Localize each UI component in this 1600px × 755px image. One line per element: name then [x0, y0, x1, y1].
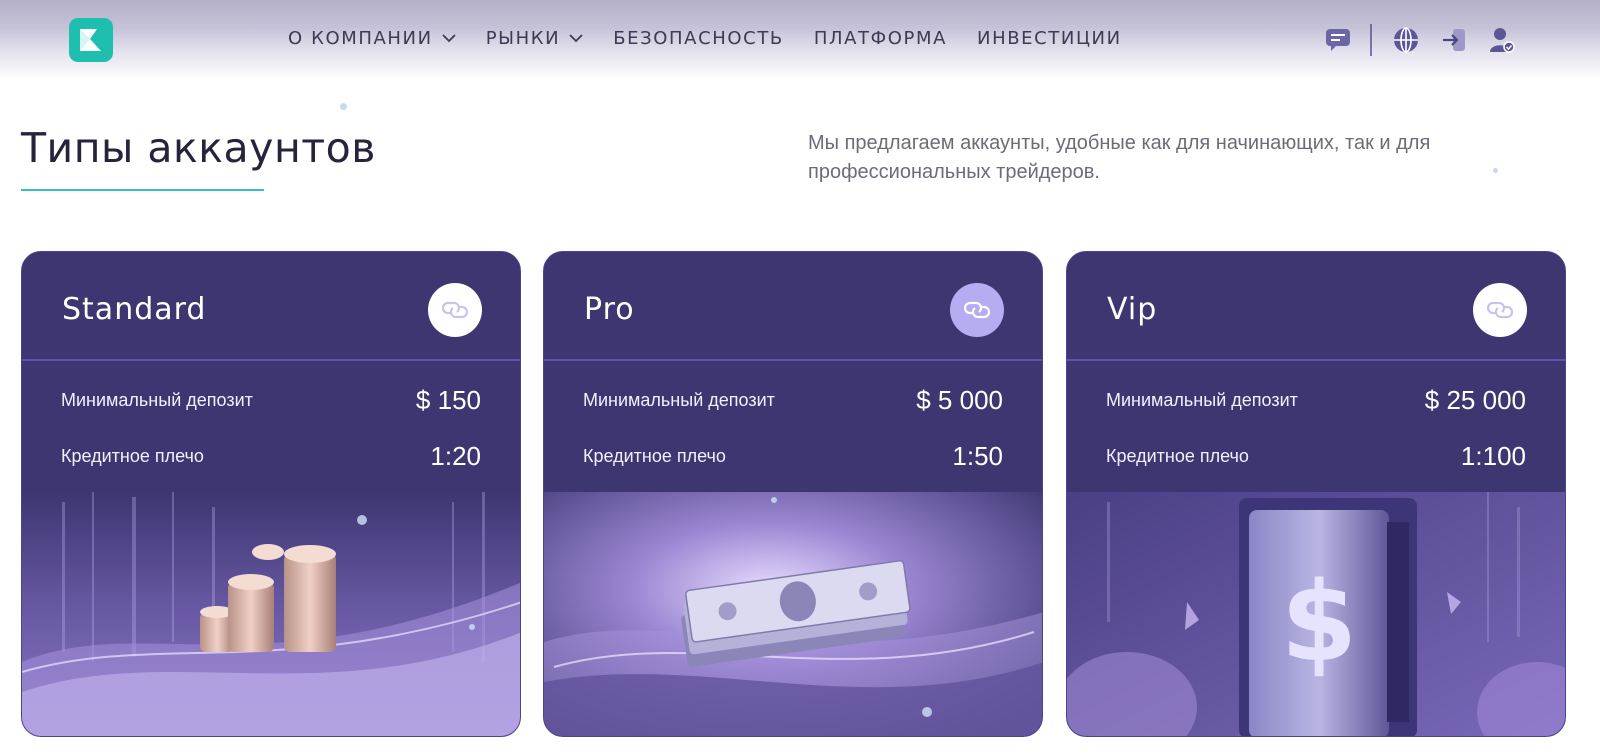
leverage-value: 1:50	[952, 440, 1003, 471]
language-button[interactable]	[1390, 22, 1422, 58]
globe-icon	[1394, 27, 1418, 53]
chevron-down-icon	[569, 34, 583, 43]
leverage-row: Кредитное плечо 1:50	[583, 438, 1003, 474]
nav-item-label: ПЛАТФОРМА	[813, 28, 948, 49]
nav-item-label: РЫНКИ	[485, 28, 561, 49]
header-divider	[1370, 24, 1372, 56]
card-title: Vip	[1107, 292, 1158, 327]
nav-item-label: БЕЗОПАСНОСТЬ	[613, 28, 784, 49]
link-icon	[441, 301, 469, 319]
account-card-standard[interactable]: Standard Минимальный депозит $ 150 Креди…	[21, 251, 521, 737]
nav-item-label: О КОМПАНИИ	[288, 28, 433, 49]
card-link-button[interactable]	[428, 283, 482, 337]
account-card-vip[interactable]: Vip Минимальный депозит $ 25 000 Кредитн…	[1066, 251, 1566, 737]
title-underline	[21, 189, 264, 191]
banknotes-illustration	[544, 492, 1042, 736]
card-header: Standard	[22, 252, 520, 361]
card-header: Pro	[544, 252, 1042, 361]
deposit-value: $ 150	[415, 384, 481, 415]
logo-icon	[80, 29, 101, 51]
leverage-label: Кредитное плечо	[583, 445, 726, 466]
card-header: Vip	[1067, 252, 1565, 361]
deposit-label: Минимальный депозит	[1106, 389, 1298, 410]
deposit-value: $ 5 000	[916, 384, 1003, 415]
deposit-row: Минимальный депозит $ 150	[61, 382, 481, 418]
page-title: Типы аккаунтов	[21, 124, 376, 172]
card-link-button[interactable]	[950, 283, 1004, 337]
deposit-label: Минимальный депозит	[61, 389, 253, 410]
nav-item-label: ИНВЕСТИЦИИ	[977, 28, 1122, 49]
main-nav: О КОМПАНИИ РЫНКИ БЕЗОПАСНОСТЬ ПЛАТФОРМА …	[288, 28, 1152, 49]
nav-item-platform[interactable]: ПЛАТФОРМА	[814, 28, 947, 49]
leverage-label: Кредитное плечо	[1106, 445, 1249, 466]
site-header: О КОМПАНИИ РЫНКИ БЕЗОПАСНОСТЬ ПЛАТФОРМА …	[0, 0, 1600, 80]
login-button[interactable]	[1438, 22, 1470, 58]
leverage-label: Кредитное плечо	[61, 445, 204, 466]
leverage-value: 1:100	[1460, 440, 1526, 471]
safe-illustration: $	[1067, 492, 1565, 736]
account-card-pro[interactable]: Pro Минимальный депозит $ 5 000 Кредитно…	[543, 251, 1043, 737]
coins-illustration	[22, 492, 520, 736]
link-icon	[963, 301, 991, 319]
deposit-row: Минимальный депозит $ 25 000	[1106, 382, 1526, 418]
section-description: Мы предлагаем аккаунты, удобные как для …	[808, 132, 1431, 183]
leverage-value: 1:20	[430, 440, 481, 471]
login-icon	[1443, 29, 1465, 51]
link-icon	[1486, 301, 1514, 319]
nav-item-markets[interactable]: РЫНКИ	[486, 28, 584, 49]
deposit-row: Минимальный депозит $ 5 000	[583, 382, 1003, 418]
decor-dot	[340, 103, 347, 110]
chat-button[interactable]	[1322, 22, 1354, 58]
user-icon	[1490, 28, 1515, 53]
nav-item-company[interactable]: О КОМПАНИИ	[288, 28, 456, 49]
card-title: Pro	[584, 292, 635, 327]
deposit-value: $ 25 000	[1424, 384, 1526, 415]
card-title: Standard	[62, 292, 207, 327]
card-link-button[interactable]	[1473, 283, 1527, 337]
chevron-down-icon	[442, 34, 456, 43]
logo[interactable]	[69, 18, 113, 62]
leverage-row: Кредитное плечо 1:20	[61, 438, 481, 474]
profile-button[interactable]	[1486, 22, 1518, 58]
chat-icon	[1326, 29, 1350, 51]
nav-item-investments[interactable]: ИНВЕСТИЦИИ	[977, 28, 1122, 49]
svg-text:$: $	[1281, 558, 1358, 686]
deposit-label: Минимальный депозит	[583, 389, 775, 410]
leverage-row: Кредитное плечо 1:100	[1106, 438, 1526, 474]
nav-item-security[interactable]: БЕЗОПАСНОСТЬ	[613, 28, 784, 49]
